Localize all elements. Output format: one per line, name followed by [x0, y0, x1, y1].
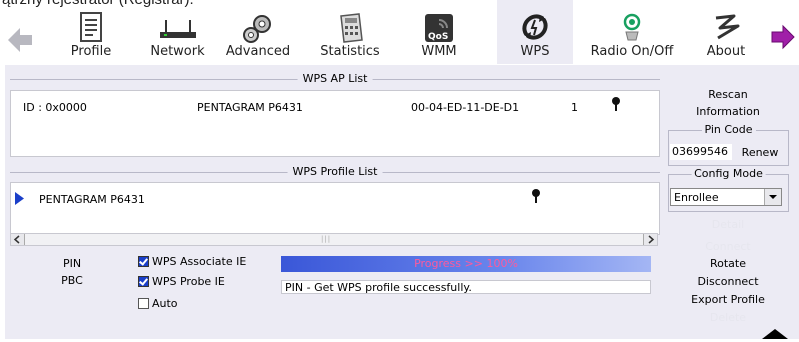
- chevron-down-icon[interactable]: [764, 189, 781, 205]
- scroll-grip: |||: [321, 235, 332, 243]
- router-icon: [158, 18, 198, 43]
- auto-label: Auto: [152, 297, 178, 310]
- document-icon: [80, 12, 102, 45]
- status-text: PIN - Get WPS profile successfully.: [281, 280, 651, 294]
- toolbar-profile[interactable]: Profile: [56, 8, 126, 64]
- ap-id: ID : 0x0000: [23, 101, 87, 114]
- toolbar-label: Radio On/Off: [590, 44, 674, 59]
- wps-ap-list-header: WPS AP List: [10, 72, 660, 86]
- wps-probe-ie-label: WPS Probe IE: [152, 275, 225, 288]
- chevron-right-icon: [648, 235, 655, 244]
- forward-arrow-icon: [770, 24, 796, 53]
- ap-bssid: 00-04-ED-11-DE-D1: [411, 101, 520, 114]
- config-mode-group: Config Mode Enrollee: [668, 167, 789, 212]
- lock-icon: [611, 96, 621, 115]
- page-text-fragment: ątrzny rejestrator (Registrar).: [2, 0, 194, 8]
- qos-icon: QoS: [425, 14, 453, 45]
- config-mode-title: Config Mode: [691, 167, 766, 180]
- auto-checkbox[interactable]: [138, 298, 149, 309]
- information-button[interactable]: Information: [668, 105, 788, 119]
- config-mode-select[interactable]: Enrollee: [670, 188, 782, 206]
- ap-channel: 1: [571, 101, 578, 114]
- toolbar-radio[interactable]: Radio On/Off: [588, 8, 676, 64]
- horizontal-scrollbar[interactable]: |||: [10, 233, 658, 246]
- selected-arrow-icon: [15, 192, 24, 208]
- toolbar-advanced[interactable]: Advanced: [218, 8, 298, 64]
- calculator-icon: [335, 12, 365, 47]
- radio-on-icon: [622, 10, 642, 45]
- connect-button[interactable]: Connect: [668, 240, 788, 254]
- section-title: WPS Profile List: [287, 165, 383, 178]
- chevron-left-icon: [13, 235, 20, 244]
- pin-button[interactable]: PIN: [28, 257, 116, 271]
- toolbar-label: Advanced: [225, 44, 291, 59]
- wps-associate-ie-label: WPS Associate IE: [152, 255, 247, 268]
- scroll-right-button[interactable]: [643, 234, 657, 245]
- toolbar-about[interactable]: About: [696, 8, 756, 64]
- toolbar-label: Network: [150, 44, 205, 59]
- wps-profile-list[interactable]: PENTAGRAM P6431: [10, 182, 660, 235]
- pbc-button[interactable]: PBC: [28, 274, 116, 288]
- rotate-button[interactable]: Rotate: [668, 257, 788, 271]
- wps-associate-ie-checkbox[interactable]: [138, 256, 149, 267]
- toolbar-label: Profile: [70, 44, 112, 59]
- ap-ssid: PENTAGRAM P6431: [197, 101, 303, 114]
- disconnect-button[interactable]: Disconnect: [668, 275, 788, 289]
- toolbar-network[interactable]: Network: [140, 8, 215, 64]
- pin-code-group: Pin Code 03699546 Renew: [668, 123, 789, 166]
- pin-code-field[interactable]: 03699546: [670, 144, 732, 160]
- config-mode-value: Enrollee: [674, 191, 719, 204]
- toolbar-label: WMM: [421, 44, 457, 59]
- up-arrow-icon[interactable]: [762, 327, 788, 342]
- wps-progress-bar: Progress >> 100%: [281, 256, 651, 272]
- lock-icon: [531, 188, 541, 207]
- back-arrow-icon: [6, 26, 34, 57]
- toolbar-label: About: [706, 44, 746, 59]
- renew-button[interactable]: Renew: [735, 145, 785, 160]
- gears-icon: [241, 12, 275, 47]
- scroll-left-button[interactable]: [11, 234, 25, 245]
- wps-probe-ie-checkbox[interactable]: [138, 276, 149, 287]
- toolbar-label: WPS: [520, 44, 550, 59]
- export-profile-button[interactable]: Export Profile: [668, 293, 788, 307]
- toolbar-wps[interactable]: WPS: [497, 0, 573, 64]
- wps-profile-list-header: WPS Profile List: [10, 165, 660, 179]
- svg-text:QoS: QoS: [428, 32, 448, 42]
- section-title: WPS AP List: [297, 72, 373, 85]
- toolbar-wmm[interactable]: QoS WMM: [404, 8, 474, 64]
- forward-button[interactable]: [767, 8, 799, 64]
- wps-ap-list[interactable]: ID : 0x0000 PENTAGRAM P6431 00-04-ED-11-…: [10, 90, 660, 157]
- detail-button[interactable]: Detail: [668, 218, 788, 232]
- rescan-button[interactable]: Rescan: [668, 88, 788, 102]
- toolbar-label: Statistics: [320, 44, 380, 59]
- back-button[interactable]: [0, 8, 40, 64]
- toolbar: Profile Network Advanced Statistics QoS …: [0, 0, 799, 64]
- toolbar-statistics[interactable]: Statistics: [310, 8, 390, 64]
- delete-button[interactable]: Delete: [668, 311, 788, 325]
- about-logo-icon: [710, 12, 742, 45]
- profile-ssid: PENTAGRAM P6431: [39, 193, 145, 206]
- wps-icon: [520, 12, 550, 45]
- pin-code-title: Pin Code: [701, 123, 756, 136]
